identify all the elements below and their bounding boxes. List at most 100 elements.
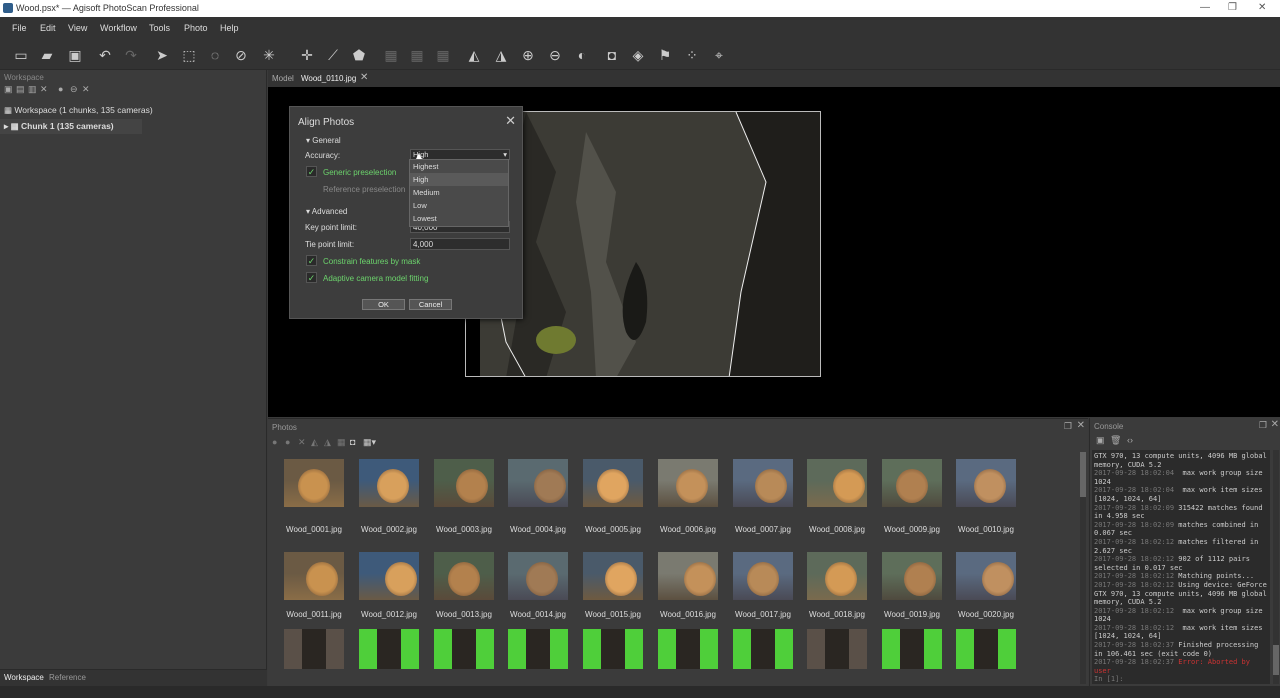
photo-thumbnail[interactable] [733,629,793,669]
photo-thumbnail[interactable] [658,629,718,669]
photo-thumbnail[interactable] [359,459,419,507]
rotate-right-icon[interactable]: ◮ [324,437,337,448]
cancel-button[interactable]: Cancel [409,299,452,310]
photo-thumbnail[interactable] [733,459,793,507]
photo-thumbnail[interactable] [284,552,344,600]
menu-workflow[interactable]: Workflow [100,23,137,33]
rotate-right-icon[interactable]: ◮ [492,46,510,64]
markers-icon[interactable]: ⁘ [683,46,701,64]
option-highest[interactable]: Highest [410,160,508,173]
circle-select-icon[interactable]: ⊘ [232,46,250,64]
photo-thumbnail[interactable] [882,552,942,600]
dialog-close-icon[interactable]: ✕ [505,113,516,129]
tree-chunk-1[interactable]: ▸ ▦ Chunk 1 (135 cameras) [0,119,142,134]
photo-thumbnail[interactable] [807,459,867,507]
photo-thumbnail[interactable] [434,552,494,600]
subtract-selection-icon[interactable]: ▦ [408,46,426,64]
rotate-left-icon[interactable]: ◭ [311,437,324,448]
general-section[interactable]: ▾ General [306,136,341,145]
tab-model[interactable]: Model [272,74,294,83]
photo-thumbnail[interactable] [508,552,568,600]
photo-thumbnail[interactable] [508,459,568,507]
lasso-icon[interactable]: ◌ [206,46,224,64]
save-icon[interactable]: ▣ [66,46,84,64]
photo-thumbnail[interactable] [583,552,643,600]
photo-thumbnail[interactable] [359,629,419,669]
expand-arrow-icon[interactable]: ▸ ▦ [4,121,21,131]
photo-thumbnail[interactable] [807,552,867,600]
photo-thumbnail[interactable] [508,629,568,669]
minimize-button[interactable]: — [1200,2,1210,13]
photo-thumbnail[interactable] [583,459,643,507]
tab-wood-0110[interactable]: Wood_0110.jpg [301,74,356,83]
tab-reference[interactable]: Reference [49,673,86,682]
enable-camera-icon[interactable]: ● [272,437,285,447]
ok-button[interactable]: OK [362,299,405,310]
photo-thumbnail[interactable] [434,459,494,507]
photo-thumbnail[interactable] [284,459,344,507]
advanced-section[interactable]: ▾ Advanced [306,207,347,216]
redo-icon[interactable]: ↷ [122,46,140,64]
menu-edit[interactable]: Edit [40,23,56,33]
zoom-in-icon[interactable]: ⊕ [519,46,537,64]
photo-thumbnail[interactable] [434,629,494,669]
console-log[interactable]: GTX 970, 13 compute units, 4096 MB globa… [1092,450,1270,684]
add-chunk-icon[interactable]: ▣ [4,84,16,95]
enable-icon[interactable]: ● [58,84,70,94]
close-button[interactable]: ✕ [1258,2,1266,13]
photo-thumbnail[interactable] [284,629,344,669]
delete-icon[interactable]: ✕ [82,84,94,95]
rectangle-select-icon[interactable]: ⬚ [180,46,198,64]
disable-camera-icon[interactable]: ● [285,437,298,447]
magic-wand-icon[interactable]: ✳ [260,46,278,64]
disable-icon[interactable]: ⊖ [70,84,82,95]
tie-point-limit-input[interactable]: 4,000 [410,238,510,250]
menu-view[interactable]: View [68,23,87,33]
photo-thumbnail[interactable] [658,459,718,507]
generic-preselection-checkbox[interactable]: ✓ [306,166,317,177]
select-arrow-icon[interactable]: ➤ [153,46,171,64]
clear-log-icon[interactable]: 🗑 [1110,435,1121,446]
menu-help[interactable]: Help [220,23,239,33]
menu-photo[interactable]: Photo [184,23,208,33]
shape-icon[interactable]: ◈ [629,46,647,64]
scrollbar-thumb[interactable] [1080,452,1086,497]
mask-icon[interactable]: ◘ [603,46,621,64]
close-tab-icon[interactable]: ✕ [360,72,368,83]
contrast-icon[interactable]: ◐ [573,46,591,64]
photo-thumbnail[interactable] [882,459,942,507]
image-view-icon[interactable]: ◘ [350,437,363,447]
photo-thumbnail[interactable] [733,552,793,600]
photo-thumbnail[interactable] [583,629,643,669]
option-lowest[interactable]: Lowest [410,212,508,225]
close-panel-icon[interactable]: ✕ [1077,420,1085,431]
photo-thumbnail[interactable] [882,629,942,669]
crosshair-icon[interactable]: ⌖ [710,46,728,64]
adaptive-fitting-checkbox[interactable]: ✓ [306,272,317,283]
rotate-left-icon[interactable]: ◭ [465,46,483,64]
photo-thumbnail[interactable] [956,459,1016,507]
flag-icon[interactable]: ⚑ [656,46,674,64]
photos-scrollbar[interactable] [1080,452,1086,684]
add-photos-icon[interactable]: ▤ [16,84,28,95]
undock-icon[interactable]: ❐ [1259,420,1267,431]
menu-file[interactable]: File [12,23,27,33]
constrain-mask-checkbox[interactable]: ✓ [306,255,317,266]
close-panel-icon[interactable]: ✕ [1271,419,1279,430]
tree-workspace-root[interactable]: ▦ Workspace (1 chunks, 135 cameras) [0,103,267,118]
view-mode-icon[interactable]: ▦▾ [363,437,383,448]
save-log-icon[interactable]: ▣ [1096,435,1105,446]
remove-camera-icon[interactable]: ✕ [298,437,311,448]
polygon-icon[interactable]: ⬟ [350,46,368,64]
photo-thumbnail[interactable] [658,552,718,600]
code-icon[interactable]: ‹› [1127,435,1133,445]
photo-thumbnail[interactable] [807,629,867,669]
photo-thumbnail[interactable] [956,552,1016,600]
undo-icon[interactable]: ↶ [96,46,114,64]
add-folder-icon[interactable]: ▥ [28,84,40,95]
intersect-selection-icon[interactable]: ▦ [434,46,452,64]
zoom-out-icon[interactable]: ⊖ [546,46,564,64]
option-high[interactable]: High [410,173,508,186]
undock-icon[interactable]: ❐ [1064,421,1072,432]
maximize-button[interactable]: ❐ [1228,2,1237,13]
